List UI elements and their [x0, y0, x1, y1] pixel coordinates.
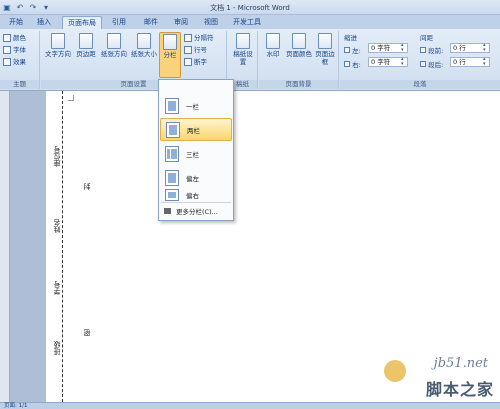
menu-separator — [161, 202, 231, 203]
indent-title: 缩进 — [344, 34, 357, 42]
manuscript-settings-button[interactable]: 稿纸设置 — [231, 32, 255, 78]
columns-button[interactable]: 分栏 — [159, 32, 181, 78]
text-direction-button[interactable]: 文字方向 — [45, 32, 71, 78]
columns-icon — [163, 34, 177, 50]
tab-references[interactable]: 引用 — [108, 16, 130, 29]
status-page-count: 页面: 1/1 — [4, 403, 28, 409]
spacing-after-field[interactable]: 0 行 — [450, 57, 490, 67]
group-label-paragraph: 段落 — [340, 80, 500, 89]
spacing-before-label: 段前: — [420, 45, 443, 55]
right-column-icon — [165, 189, 179, 201]
watermark-icon — [266, 33, 280, 49]
group-label-page-background: 页面背景 — [259, 80, 338, 89]
breaks-button[interactable]: 分隔符 — [184, 33, 214, 43]
title-bar: ▣ ↶ ↷ ▾ 文档 1 - Microsoft Word — [0, 0, 500, 15]
effects-icon — [3, 58, 11, 66]
line-numbers-icon — [184, 46, 192, 54]
window-title: 文档 1 - Microsoft Word — [210, 4, 290, 12]
tab-page-layout[interactable]: 页面布局 — [62, 16, 102, 29]
line-numbers-button[interactable]: 行号 — [184, 45, 207, 55]
seal-char-feng: 封 — [83, 183, 91, 190]
margin-corner-marker — [68, 95, 74, 101]
three-columns-icon — [165, 145, 179, 162]
left-column-icon — [165, 169, 179, 186]
columns-option-three[interactable]: 三栏 — [160, 142, 232, 165]
theme-effects-button[interactable]: 效果 — [3, 57, 26, 67]
page-size-icon — [137, 33, 151, 49]
hyphenation-icon — [184, 58, 192, 66]
columns-option-one[interactable]: 一栏 — [160, 94, 232, 117]
orientation-icon — [107, 33, 121, 49]
indent-right-label: 右: — [344, 59, 361, 69]
margins-button[interactable]: 页边距 — [75, 32, 97, 78]
page-color-icon — [292, 33, 306, 49]
ribbon: 颜色 字体 效果 主题 文字方向 页边距 纸张方向 纸张大小 分栏 分隔符 行号… — [0, 29, 500, 91]
columns-option-right[interactable]: 偏右 — [160, 188, 232, 202]
tab-insert[interactable]: 插入 — [32, 16, 56, 29]
seal-char-mi: 密 — [83, 329, 91, 336]
spacing-before-field[interactable]: 0 行 — [450, 43, 490, 53]
group-page-background: 水印 页面颜色 页面边框 页面背景 — [259, 31, 339, 89]
tab-mailings[interactable]: 邮件 — [140, 16, 162, 29]
seat-number-label: 座位号 — [52, 146, 62, 167]
ribbon-tabs: 开始 插入 页面布局 引用 邮件 审阅 视图 开发工具 — [0, 15, 500, 29]
watermark-name: 脚本之家 — [425, 380, 494, 399]
watermark-site: jb51.net — [433, 356, 488, 371]
indent-left-field[interactable]: 0 字符 — [368, 43, 408, 53]
more-columns-option[interactable]: 更多分栏(C)... — [160, 204, 232, 218]
two-columns-icon — [166, 121, 180, 138]
spacing-after-icon — [420, 61, 426, 67]
indent-left-icon — [344, 47, 350, 53]
manuscript-icon — [236, 33, 250, 49]
spacing-after-label: 段后: — [420, 59, 443, 69]
one-column-icon — [165, 97, 179, 114]
indent-right-icon — [344, 61, 350, 67]
page-color-button[interactable]: 页面颜色 — [286, 32, 312, 78]
site-logo-icon — [384, 360, 406, 382]
spacing-before-icon — [420, 47, 426, 53]
student-id-label: 学号 — [52, 281, 62, 295]
size-button[interactable]: 纸张大小 — [131, 32, 157, 78]
theme-fonts-button[interactable]: 字体 — [3, 45, 26, 55]
fonts-icon — [3, 46, 11, 54]
name-label: 姓名 — [52, 219, 62, 233]
breaks-icon — [184, 34, 192, 42]
group-label-theme: 主题 — [0, 80, 39, 89]
tab-developer[interactable]: 开发工具 — [230, 16, 264, 29]
binding-dashed-line — [62, 91, 63, 402]
more-columns-icon — [164, 208, 171, 214]
tab-review[interactable]: 审阅 — [170, 16, 192, 29]
theme-colors-button[interactable]: 颜色 — [3, 33, 26, 43]
vertical-ruler — [0, 91, 10, 402]
colors-icon — [3, 34, 11, 42]
columns-option-left[interactable]: 偏左 — [160, 166, 232, 189]
status-bar: 页面: 1/1 — [0, 402, 500, 409]
orientation-button[interactable]: 纸张方向 — [101, 32, 127, 78]
tab-view[interactable]: 视图 — [200, 16, 222, 29]
margins-icon — [79, 33, 93, 49]
group-paragraph: 缩进 间距 左: 0 字符 右: 0 字符 段前: 0 行 段后: 0 行 段落 — [340, 31, 500, 89]
group-theme: 颜色 字体 效果 主题 — [0, 31, 40, 89]
text-direction-icon — [51, 33, 65, 49]
page-borders-icon — [318, 33, 332, 49]
columns-option-two[interactable]: 两栏 — [160, 118, 232, 141]
class-label: 班级 — [52, 341, 62, 355]
watermark-button[interactable]: 水印 — [262, 32, 284, 78]
tab-home[interactable]: 开始 — [4, 16, 28, 29]
columns-dropdown-menu: 一栏 两栏 三栏 偏左 偏右 更多分栏(C)... — [158, 79, 234, 221]
spacing-title: 间距 — [420, 34, 433, 42]
site-watermark: jb51.net 脚本之家 — [376, 356, 496, 400]
hyphenation-button[interactable]: 断字 — [184, 57, 207, 67]
page-borders-button[interactable]: 页面边框 — [314, 32, 336, 78]
indent-left-label: 左: — [344, 45, 361, 55]
indent-right-field[interactable]: 0 字符 — [368, 57, 408, 67]
